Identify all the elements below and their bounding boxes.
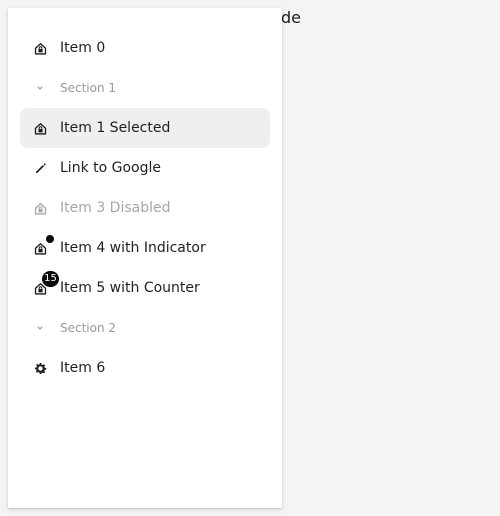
- counter-badge: 15: [42, 271, 59, 287]
- home-lock-icon: [34, 242, 47, 255]
- nav-link-google[interactable]: Link to Google: [20, 148, 270, 188]
- nav-item-label: Link to Google: [60, 160, 161, 176]
- section-1-header: Section 1: [20, 68, 270, 108]
- nav-item-label: Item 1 Selected: [60, 120, 171, 136]
- nav-item-label: Item 6: [60, 360, 106, 376]
- navigation-list: Item 0 Section 1 Item 1 Selected Link to…: [20, 28, 270, 388]
- chevron-down-icon: [35, 323, 45, 333]
- nav-item-label: Item 4 with Indicator: [60, 240, 206, 256]
- gear-icon: [34, 362, 47, 375]
- home-lock-icon: [34, 42, 47, 55]
- nav-item-label: Item 5 with Counter: [60, 280, 200, 296]
- nav-item-0[interactable]: Item 0: [20, 28, 270, 68]
- nav-item-1-selected[interactable]: Item 1 Selected: [20, 108, 270, 148]
- nav-item-3-disabled: Item 3 Disabled: [20, 188, 270, 228]
- chevron-down-icon: [35, 83, 45, 93]
- section-label: Section 2: [60, 321, 117, 335]
- home-lock-icon: [34, 122, 47, 135]
- nav-item-6[interactable]: Item 6: [20, 348, 270, 388]
- navigation-drawer: Item 0 Section 1 Item 1 Selected Link to…: [8, 8, 282, 508]
- section-2-header: Section 2: [20, 308, 270, 348]
- pencil-icon: [34, 162, 47, 175]
- status-indicator-dot: [46, 235, 54, 243]
- nav-item-5-with-counter[interactable]: 15 Item 5 with Counter: [20, 268, 270, 308]
- nav-item-4-with-indicator[interactable]: Item 4 with Indicator: [20, 228, 270, 268]
- background-page-text: de: [281, 8, 301, 27]
- nav-item-label: Item 3 Disabled: [60, 200, 171, 216]
- section-label: Section 1: [60, 81, 117, 95]
- home-lock-icon: [34, 202, 47, 215]
- nav-item-label: Item 0: [60, 40, 106, 56]
